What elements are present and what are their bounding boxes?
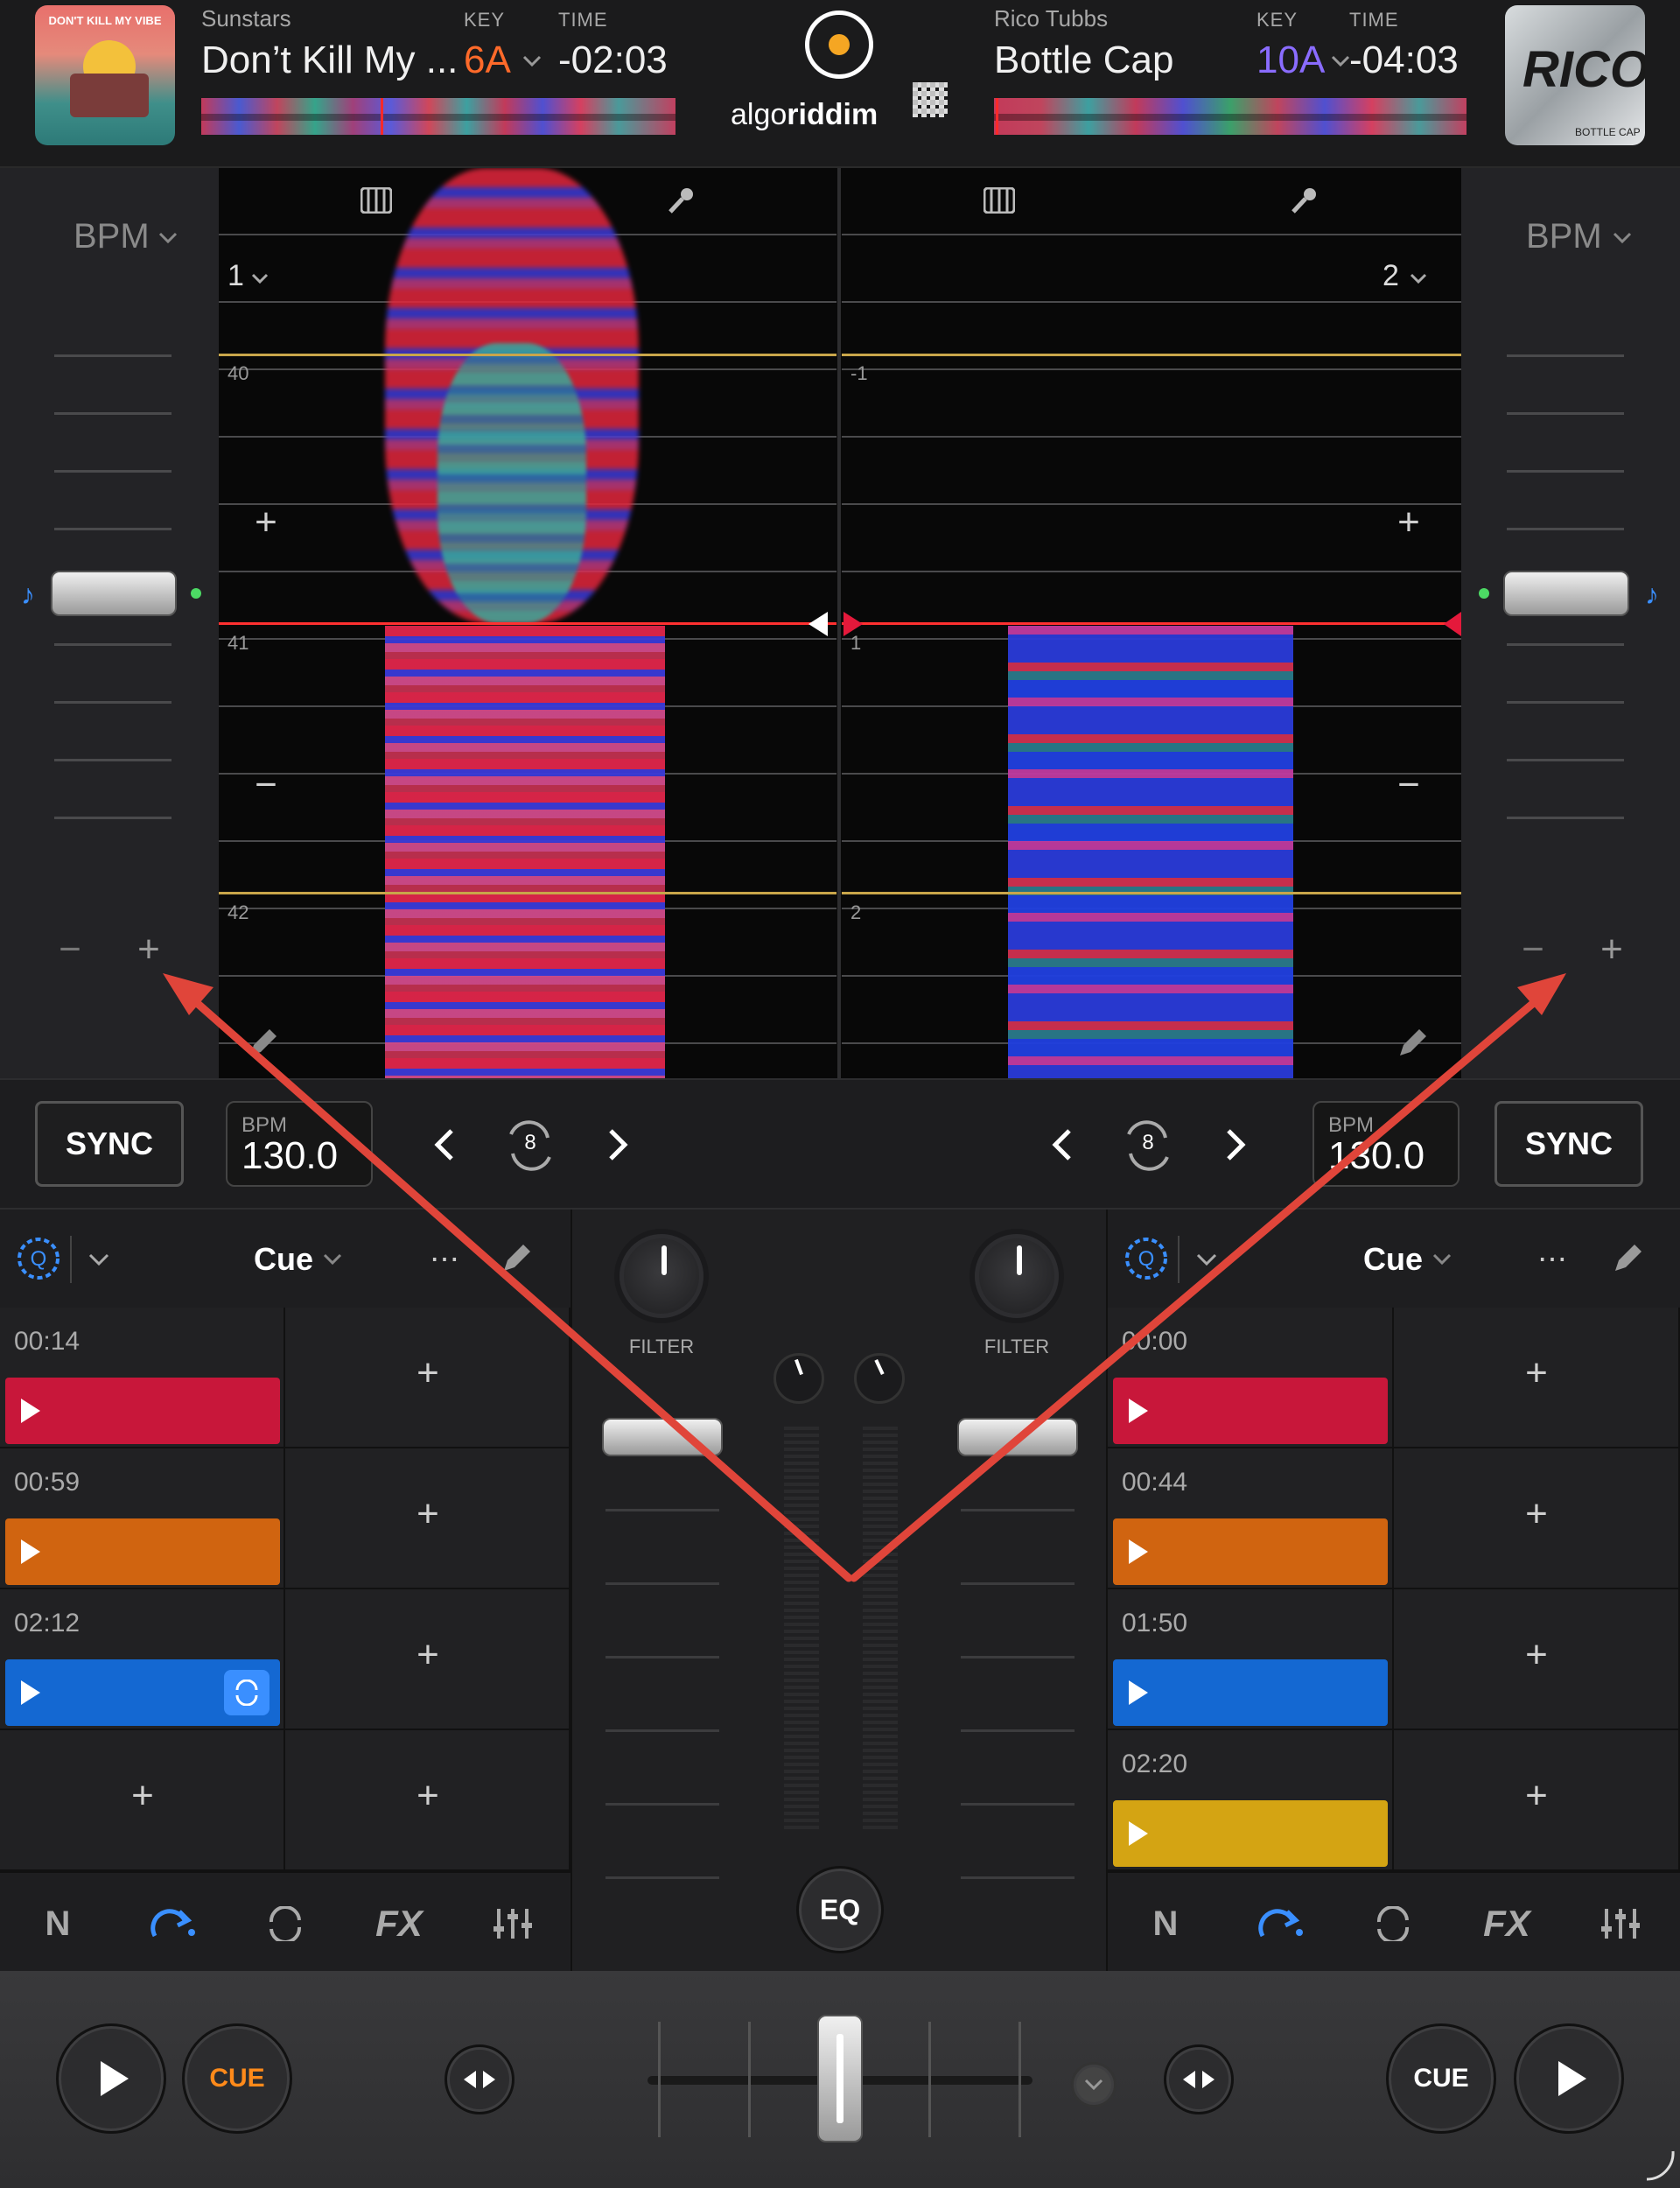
annotation-arrow-left: [185, 992, 853, 1582]
annotation-arrows: [163, 973, 1566, 1582]
annotation-arrow-right: [850, 992, 1546, 1582]
